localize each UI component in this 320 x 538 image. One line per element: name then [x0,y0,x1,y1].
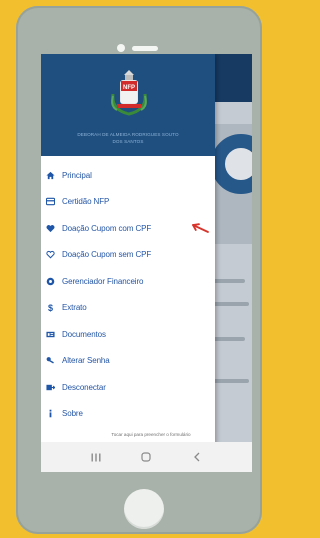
menu-item-label: Gerenciador Financeiro [62,276,144,286]
menu-item-label: Sobre [62,409,83,419]
phone-screen: NFP DEBORAH DE ALMEIDA RODRIGUES SOUTO D… [41,54,252,472]
menu-item-label: Doação Cupom com CPF [62,223,152,233]
menu-item-doacao-sem-cpf[interactable]: Doação Cupom sem CPF [41,242,215,269]
drawer-header: NFP DEBORAH DE ALMEIDA RODRIGUES SOUTO D… [41,54,215,156]
documents-icon [46,330,55,339]
recent-apps-button[interactable] [84,450,108,464]
back-chevron-icon [193,452,200,462]
form-hint-text[interactable]: Tocar aqui para preencher o formulário [81,432,221,437]
drawer-menu: Principal Certidão NFP Doação Cupom com … [41,162,215,427]
menu-item-label: Alterar Senha [62,356,110,366]
menu-item-label: Extrato [62,303,87,313]
android-navigation-bar [41,442,252,472]
menu-item-doacao-com-cpf[interactable]: Doação Cupom com CPF [41,215,215,242]
info-icon [46,409,55,418]
home-icon [46,171,55,180]
dollar-icon: $ [46,303,55,312]
nfp-seal-icon: NFP [111,70,147,116]
menu-item-alterar-senha[interactable]: Alterar Senha [41,348,215,375]
menu-item-extrato[interactable]: $ Extrato [41,295,215,322]
background-text-line [209,379,249,383]
navigation-drawer: NFP DEBORAH DE ALMEIDA RODRIGUES SOUTO D… [41,54,215,472]
back-button[interactable] [185,450,209,464]
earpiece-speaker [132,46,158,51]
menu-item-label: Certidão NFP [62,197,110,207]
svg-text:NFP: NFP [123,85,135,91]
user-name-line-1: DEBORAH DE ALMEIDA RODRIGUES SOUTO [77,132,179,137]
front-camera [117,44,125,52]
menu-item-sobre[interactable]: Sobre [41,401,215,428]
heart-outline-icon [46,250,55,259]
menu-item-label: Principal [62,170,92,180]
user-name-line-2: DOS SANTOS [112,139,144,144]
menu-item-desconectar[interactable]: Desconectar [41,374,215,401]
menu-item-label: Documentos [62,329,106,339]
home-nav-button[interactable] [134,450,158,464]
certificate-icon [46,197,55,206]
finance-icon [46,277,55,286]
logout-icon [46,383,55,392]
recent-apps-icon [91,453,101,461]
menu-item-gerenciador-financeiro[interactable]: Gerenciador Financeiro [41,268,215,295]
red-arrow-annotation [192,223,209,233]
svg-text:$: $ [48,303,53,312]
key-icon [46,356,55,365]
physical-home-button[interactable] [124,489,164,529]
menu-item-label: Desconectar [62,382,106,392]
home-circle-icon [141,452,152,462]
menu-item-documentos[interactable]: Documentos [41,321,215,348]
heart-filled-icon [46,224,55,233]
background-text-line [209,302,249,306]
menu-item-principal[interactable]: Principal [41,162,215,189]
menu-item-certidao-nfp[interactable]: Certidão NFP [41,189,215,216]
menu-item-label: Doação Cupom sem CPF [62,250,152,260]
user-name: DEBORAH DE ALMEIDA RODRIGUES SOUTO DOS S… [47,131,209,145]
